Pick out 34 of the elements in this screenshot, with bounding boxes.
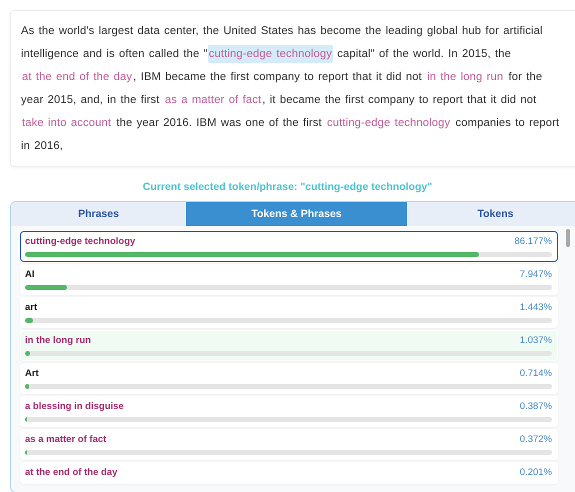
selection-caption: Current selected token/phrase: "cutting-edge technology"	[142, 181, 434, 193]
scrollbar[interactable]	[566, 229, 570, 247]
percentage-value: 0.201%	[520, 467, 552, 478]
item-label: at the end of the day	[25, 467, 118, 478]
tab[interactable]: Tokens & Phrases	[186, 202, 407, 226]
phrase-highlight[interactable]: cutting-edge technology	[208, 45, 333, 63]
result-item[interactable]: AI 7.947%	[20, 264, 558, 295]
passage-text: As the world's largest data center, the United States has become the leading global hub for artificial intelligence and is often called the "cutting-edge technology capital" of the world. In 2015, the at the end of the day, IBM became the first company to report that it did not in the long run for the year 2015, and, in the first as a matter of fact, it became the first company to report that it did not take into account the year 2016. IBM was one of the first cutting-edge technology companies to report in 2016,	[10, 10, 575, 167]
phrase-highlight[interactable]: in the long run	[426, 68, 504, 86]
item-label: in the long run	[25, 335, 91, 346]
percentage-value: 0.387%	[520, 401, 552, 412]
phrase-highlight[interactable]: at the end of the day	[21, 68, 134, 86]
item-label: AI	[25, 269, 34, 280]
result-item[interactable]: Art 0.714%	[20, 363, 558, 394]
result-item[interactable]: at the end of the day 0.201%	[20, 462, 558, 484]
item-label: a blessing in disguise	[25, 401, 124, 412]
phrase-highlight[interactable]: as a matter of fact	[164, 91, 262, 109]
result-item[interactable]: art 1.443%	[20, 297, 558, 328]
item-label: cutting-edge technology	[25, 236, 136, 247]
result-item[interactable]: cutting-edge technology 86.177%	[20, 231, 558, 262]
percentage-value: 1.443%	[520, 302, 552, 313]
percentage-value: 0.372%	[520, 434, 552, 445]
item-label: Art	[25, 368, 39, 379]
item-label: art	[25, 302, 38, 313]
item-label: as a matter of fact	[25, 434, 106, 445]
result-item[interactable]: in the long run 1.037%	[20, 330, 558, 361]
phrase-highlight[interactable]: cutting-edge technology	[326, 114, 452, 132]
percentage-value: 7.947%	[520, 269, 552, 280]
percentage-value: 0.714%	[520, 368, 552, 379]
result-item[interactable]: as a matter of fact 0.372%	[20, 429, 558, 460]
percentage-value: 1.037%	[520, 335, 552, 346]
result-item[interactable]: a blessing in disguise 0.387%	[20, 396, 558, 427]
percentage-value: 86.177%	[514, 236, 552, 247]
phrase-highlight[interactable]: take into account	[21, 114, 112, 132]
